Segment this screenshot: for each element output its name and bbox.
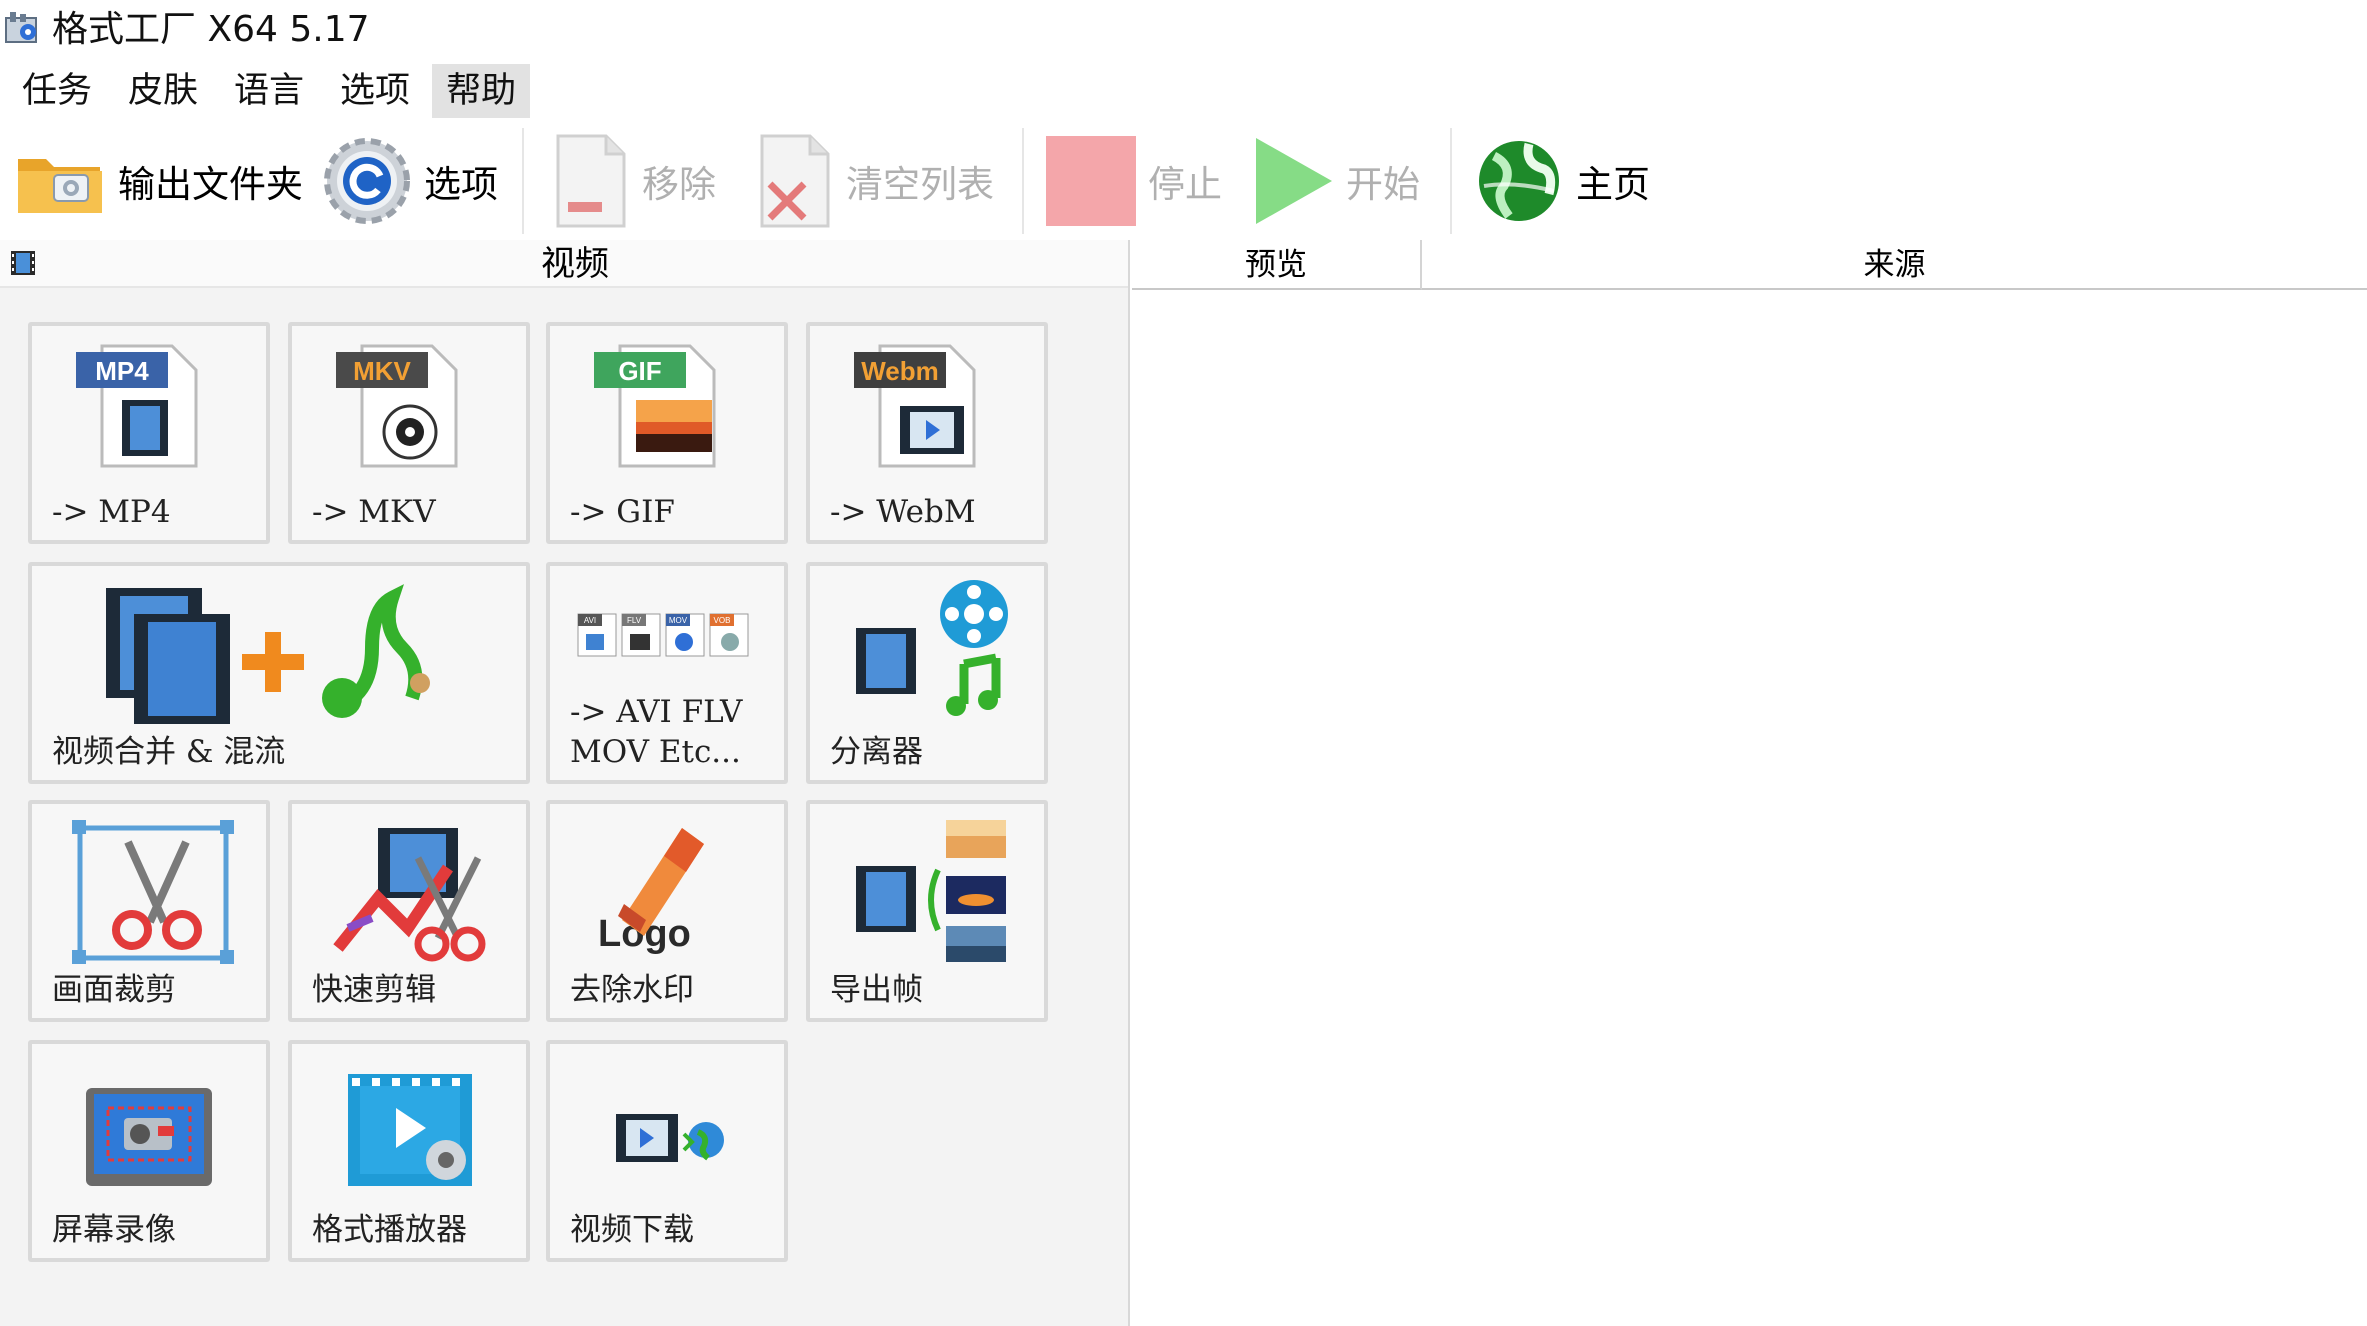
task-list-area[interactable] [1132, 290, 2367, 1326]
menu-options[interactable]: 选项 [326, 64, 424, 118]
options-label: 选项 [424, 163, 498, 206]
badge-mov: MOV [669, 616, 688, 625]
tile-splitter-label: 分离器 [830, 734, 923, 770]
clear-list-icon [760, 134, 830, 228]
mkv-file-icon: MKV [336, 344, 458, 468]
home-button[interactable]: 主页 [1474, 122, 1650, 240]
remove-button[interactable]: 移除 [552, 122, 716, 240]
window-title: 格式工厂 X64 5.17 [52, 9, 370, 50]
tile-convert-webm[interactable]: Webm -> WebM [806, 322, 1048, 544]
tile-export-frames[interactable]: 导出帧 [806, 800, 1048, 1022]
stop-label: 停止 [1148, 163, 1222, 206]
badge-flv: FLV [627, 616, 642, 625]
function-panel: 视频 MP4 -> MP4 MKV -> MKV GIF -> GIF Webm… [0, 240, 1130, 1326]
tile-webm-badge: Webm [861, 356, 939, 386]
tile-screen-record-label: 屏幕录像 [52, 1212, 176, 1248]
output-folder-button[interactable]: 输出文件夹 [14, 122, 303, 240]
tile-video-download-label: 视频下载 [570, 1212, 694, 1248]
tile-convert-mp4[interactable]: MP4 -> MP4 [28, 322, 270, 544]
category-header-video[interactable]: 视频 [0, 240, 1128, 288]
tile-quick-cut[interactable]: 快速剪辑 [288, 800, 530, 1022]
gif-file-icon: GIF [594, 344, 716, 468]
toolbar: 输出文件夹 选项 移除 清空列表 停止 开始 主页 [0, 122, 2367, 240]
tile-other-formats[interactable]: AVI FLV MOV VOB -> AVI FLV MOV Etc... [546, 562, 788, 784]
video-download-icon [616, 1114, 724, 1162]
badge-avi: AVI [584, 616, 596, 625]
output-folder-label: 输出文件夹 [118, 163, 303, 206]
title-bar: 格式工厂 X64 5.17 [0, 0, 2367, 62]
toolbar-separator [1450, 128, 1452, 234]
tile-remove-watermark[interactable]: Logo 去除水印 [546, 800, 788, 1022]
clear-list-label: 清空列表 [846, 163, 994, 206]
tile-video-download[interactable]: 视频下载 [546, 1040, 788, 1262]
play-icon [1256, 138, 1332, 224]
tile-format-player[interactable]: 格式播放器 [288, 1040, 530, 1262]
mp4-file-icon: MP4 [76, 344, 198, 468]
tile-screen-record[interactable]: 屏幕录像 [28, 1040, 270, 1262]
tile-export-frames-label: 导出帧 [830, 972, 923, 1008]
options-button[interactable]: 选项 [322, 122, 498, 240]
start-button[interactable]: 开始 [1252, 122, 1420, 240]
tile-merge-label: 视频合并 & 混流 [52, 734, 286, 770]
format-player-icon [348, 1074, 472, 1186]
gear-icon [324, 138, 410, 224]
tile-convert-mkv[interactable]: MKV -> MKV [288, 322, 530, 544]
tile-watermark-label: 去除水印 [570, 972, 694, 1008]
screen-record-icon [86, 1088, 212, 1186]
eraser-logo-icon: Logo [598, 828, 704, 955]
crop-scissors-icon [72, 820, 234, 964]
badge-vob: VOB [714, 616, 731, 625]
tile-convert-gif[interactable]: GIF -> GIF [546, 322, 788, 544]
menu-language[interactable]: 语言 [220, 64, 318, 118]
home-label: 主页 [1576, 163, 1650, 206]
quick-cut-icon [333, 828, 486, 962]
webm-file-icon: Webm [854, 344, 976, 468]
other-formats-icon: AVI FLV MOV VOB [577, 613, 749, 657]
video-merge-icon [106, 584, 430, 724]
splitter-icon [856, 580, 1008, 716]
tile-gif-label: -> GIF [570, 494, 675, 530]
folder-icon [18, 159, 102, 213]
tile-crop-label: 画面裁剪 [52, 972, 176, 1008]
remove-document-icon [556, 134, 626, 228]
clear-list-button[interactable]: 清空列表 [756, 122, 994, 240]
tile-splitter[interactable]: 分离器 [806, 562, 1048, 784]
tile-merge-mux[interactable]: 视频合并 & 混流 [28, 562, 530, 784]
menu-task[interactable]: 任务 [8, 64, 106, 118]
tile-crop[interactable]: 画面裁剪 [28, 800, 270, 1022]
menu-skin[interactable]: 皮肤 [114, 64, 212, 118]
column-preview[interactable]: 预览 [1132, 240, 1422, 290]
format-factory-app-icon [5, 12, 37, 43]
globe-icon [1479, 141, 1559, 221]
export-frames-icon [856, 820, 1006, 962]
column-source[interactable]: 来源 [1422, 240, 2367, 290]
tile-gif-badge: GIF [618, 356, 661, 386]
task-list-panel: 预览 来源 [1132, 240, 2367, 1326]
menu-bar: 任务 皮肤 语言 选项 帮助 [0, 64, 2367, 122]
start-label: 开始 [1346, 163, 1420, 206]
tile-quick-cut-label: 快速剪辑 [312, 972, 436, 1008]
tile-format-player-label: 格式播放器 [312, 1212, 467, 1248]
tile-webm-label: -> WebM [830, 494, 976, 530]
tile-mkv-label: -> MKV [312, 494, 436, 530]
tile-mkv-badge: MKV [353, 356, 411, 386]
tile-mp4-label: -> MP4 [52, 494, 171, 530]
toolbar-separator [1022, 128, 1024, 234]
tile-other-formats-label: -> AVI FLV MOV Etc... [570, 694, 743, 770]
stop-button[interactable]: 停止 [1046, 122, 1222, 240]
category-title: 视频 [541, 244, 609, 284]
stop-icon [1046, 136, 1136, 226]
toolbar-separator [522, 128, 524, 234]
tile-mp4-badge: MP4 [95, 356, 149, 386]
remove-label: 移除 [642, 163, 716, 206]
menu-help[interactable]: 帮助 [432, 64, 531, 118]
